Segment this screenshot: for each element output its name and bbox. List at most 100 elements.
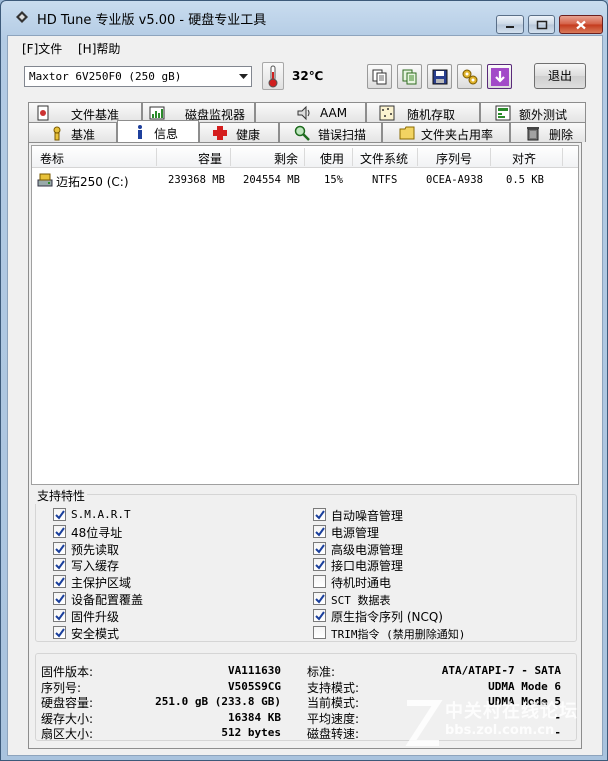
copy-all-button[interactable] <box>397 64 422 89</box>
info-value: UDMA Mode 6 <box>488 679 561 693</box>
drive-select[interactable]: Maxtor 6V250F0 (250 gB) <box>24 66 252 87</box>
column-header-label[interactable]: 卷标 <box>40 150 64 167</box>
column-separator[interactable] <box>304 148 305 166</box>
column-header-used[interactable]: 使用 <box>320 150 344 167</box>
column-separator[interactable] <box>352 148 353 166</box>
column-separator[interactable] <box>490 148 491 166</box>
title-bar[interactable]: HD Tune 专业版 v5.00 - 硬盘专业工具 <box>1 1 607 34</box>
column-header-filesystem[interactable]: 文件系统 <box>360 150 408 167</box>
feature-label: 设备配置覆盖 <box>71 593 144 607</box>
column-separator[interactable] <box>562 148 563 166</box>
checkmark-icon <box>55 527 65 537</box>
checkmark-icon <box>55 611 65 621</box>
feature-checkbox-checked[interactable] <box>313 558 326 572</box>
tab-error-scan[interactable]: 错误扫描 <box>279 122 382 142</box>
feature-label: 高级电源管理 <box>331 542 404 557</box>
feature-label: 预先读取 <box>71 542 120 557</box>
feature-checkbox-checked[interactable] <box>53 541 66 555</box>
speaker-icon <box>297 105 310 121</box>
column-separator[interactable] <box>417 148 418 166</box>
feature-checkbox-checked[interactable] <box>53 524 66 538</box>
feature-checkbox-checked[interactable] <box>53 558 66 572</box>
tab-extra-tests[interactable]: 额外测试 <box>480 102 586 122</box>
copy-all-icon <box>402 69 417 85</box>
feature-label: 自动噪音管理 <box>331 509 404 523</box>
feature-checkbox-checked[interactable] <box>313 541 326 555</box>
checkmark-icon <box>55 510 65 520</box>
feature-label: 主保护区域 <box>71 576 132 591</box>
tab-file-benchmark[interactable]: 文件基准 <box>28 102 142 122</box>
client-area: [F]文件 [H]帮助 Maxtor 6V250F0 (250 gB) 32℃ <box>7 35 603 756</box>
feature-checkbox-checked[interactable] <box>313 524 326 538</box>
wrench-icon <box>462 69 478 85</box>
column-header-align[interactable]: 对齐 <box>512 150 536 167</box>
info-key: 支持模式: <box>307 680 360 695</box>
feature-checkbox-checked[interactable] <box>53 575 66 589</box>
feature-checkbox-unchecked[interactable] <box>313 575 326 589</box>
thermometer-icon <box>268 65 278 88</box>
tab-erase[interactable]: 删除 <box>510 122 586 142</box>
feature-checkbox-checked[interactable] <box>313 608 326 622</box>
copy-info-button[interactable] <box>367 64 392 89</box>
maximize-icon <box>536 20 547 29</box>
checkmark-icon <box>55 628 65 638</box>
checkmark-icon <box>55 577 65 587</box>
volume-list[interactable]: 卷标 容量 剩余 使用 文件系统 序列号 对齐 迈拓250 (C:) 23936… <box>31 145 579 485</box>
column-header-capacity[interactable]: 容量 <box>198 150 222 167</box>
close-button[interactable] <box>559 15 603 34</box>
volume-free: 204554 MB <box>243 174 300 186</box>
checkmark-icon <box>315 544 325 554</box>
volume-row[interactable]: 迈拓250 (C:) 239368 MB 204554 MB 15% NTFS … <box>32 172 578 190</box>
features-title: 支持特性 <box>35 487 88 504</box>
tab-disk-monitor[interactable]: 磁盘监视器 <box>142 102 255 122</box>
feature-label: TRIM指令 (禁用删除通知) <box>331 627 466 641</box>
minimize-button[interactable] <box>496 15 524 34</box>
column-header-serial[interactable]: 序列号 <box>436 150 472 167</box>
feature-checkbox-unchecked[interactable] <box>313 625 326 639</box>
exit-button[interactable]: 退出 <box>534 63 586 89</box>
checkmark-icon <box>315 527 325 537</box>
info-key: 扇区大小: <box>41 727 94 741</box>
menu-file[interactable]: [F]文件 <box>22 40 62 57</box>
feature-checkbox-checked[interactable] <box>53 508 66 521</box>
copy-icon <box>372 69 387 85</box>
health-cross-icon <box>213 126 227 140</box>
tab-info[interactable]: 信息 <box>117 120 199 142</box>
info-key: 当前模式: <box>307 696 360 710</box>
feature-checkbox-checked[interactable] <box>53 625 66 639</box>
feature-label: 写入缓存 <box>71 559 120 574</box>
drive-select-value: Maxtor 6V250F0 (250 gB) <box>29 70 182 83</box>
feature-label: SCT 数据表 <box>331 594 391 607</box>
checkmark-icon <box>315 510 325 520</box>
column-separator[interactable] <box>230 148 231 166</box>
menu-help[interactable]: [H]帮助 <box>78 40 120 57</box>
app-window: HD Tune 专业版 v5.00 - 硬盘专业工具 [F]文件 [H]帮助 M… <box>0 0 608 761</box>
download-button[interactable] <box>487 64 512 89</box>
temperature-button[interactable] <box>262 62 284 90</box>
info-key: 平均速度: <box>307 711 360 726</box>
hdtune-app-icon <box>16 11 28 23</box>
save-button[interactable] <box>427 64 452 89</box>
feature-label: 待机时通电 <box>331 576 392 591</box>
feature-checkbox-checked[interactable] <box>53 592 66 605</box>
tab-folder-usage[interactable]: 文件夹占用率 <box>382 122 510 142</box>
maximize-button[interactable] <box>528 15 555 34</box>
arrow-down-icon <box>491 68 509 86</box>
column-separator[interactable] <box>156 148 157 166</box>
info-key: 磁盘转速: <box>307 727 360 741</box>
options-button[interactable] <box>457 64 482 89</box>
extra-tests-icon <box>495 105 511 121</box>
info-key: 标准: <box>307 665 336 679</box>
toolbar: Maxtor 6V250F0 (250 gB) 32℃ 退出 <box>8 58 602 102</box>
tab-aam[interactable]: AAM <box>255 102 366 122</box>
column-header-free[interactable]: 剩余 <box>274 150 298 167</box>
feature-label: S.M.A.R.T <box>71 508 131 521</box>
info-value: - <box>554 710 561 724</box>
feature-checkbox-checked[interactable] <box>53 608 66 622</box>
tab-random-access[interactable]: 随机存取 <box>366 102 480 122</box>
tab-benchmark[interactable]: 基准 <box>28 122 117 142</box>
feature-label: 电源管理 <box>331 525 380 540</box>
feature-checkbox-checked[interactable] <box>313 508 326 521</box>
tab-health[interactable]: 健康 <box>199 122 279 142</box>
feature-checkbox-checked[interactable] <box>313 592 326 605</box>
